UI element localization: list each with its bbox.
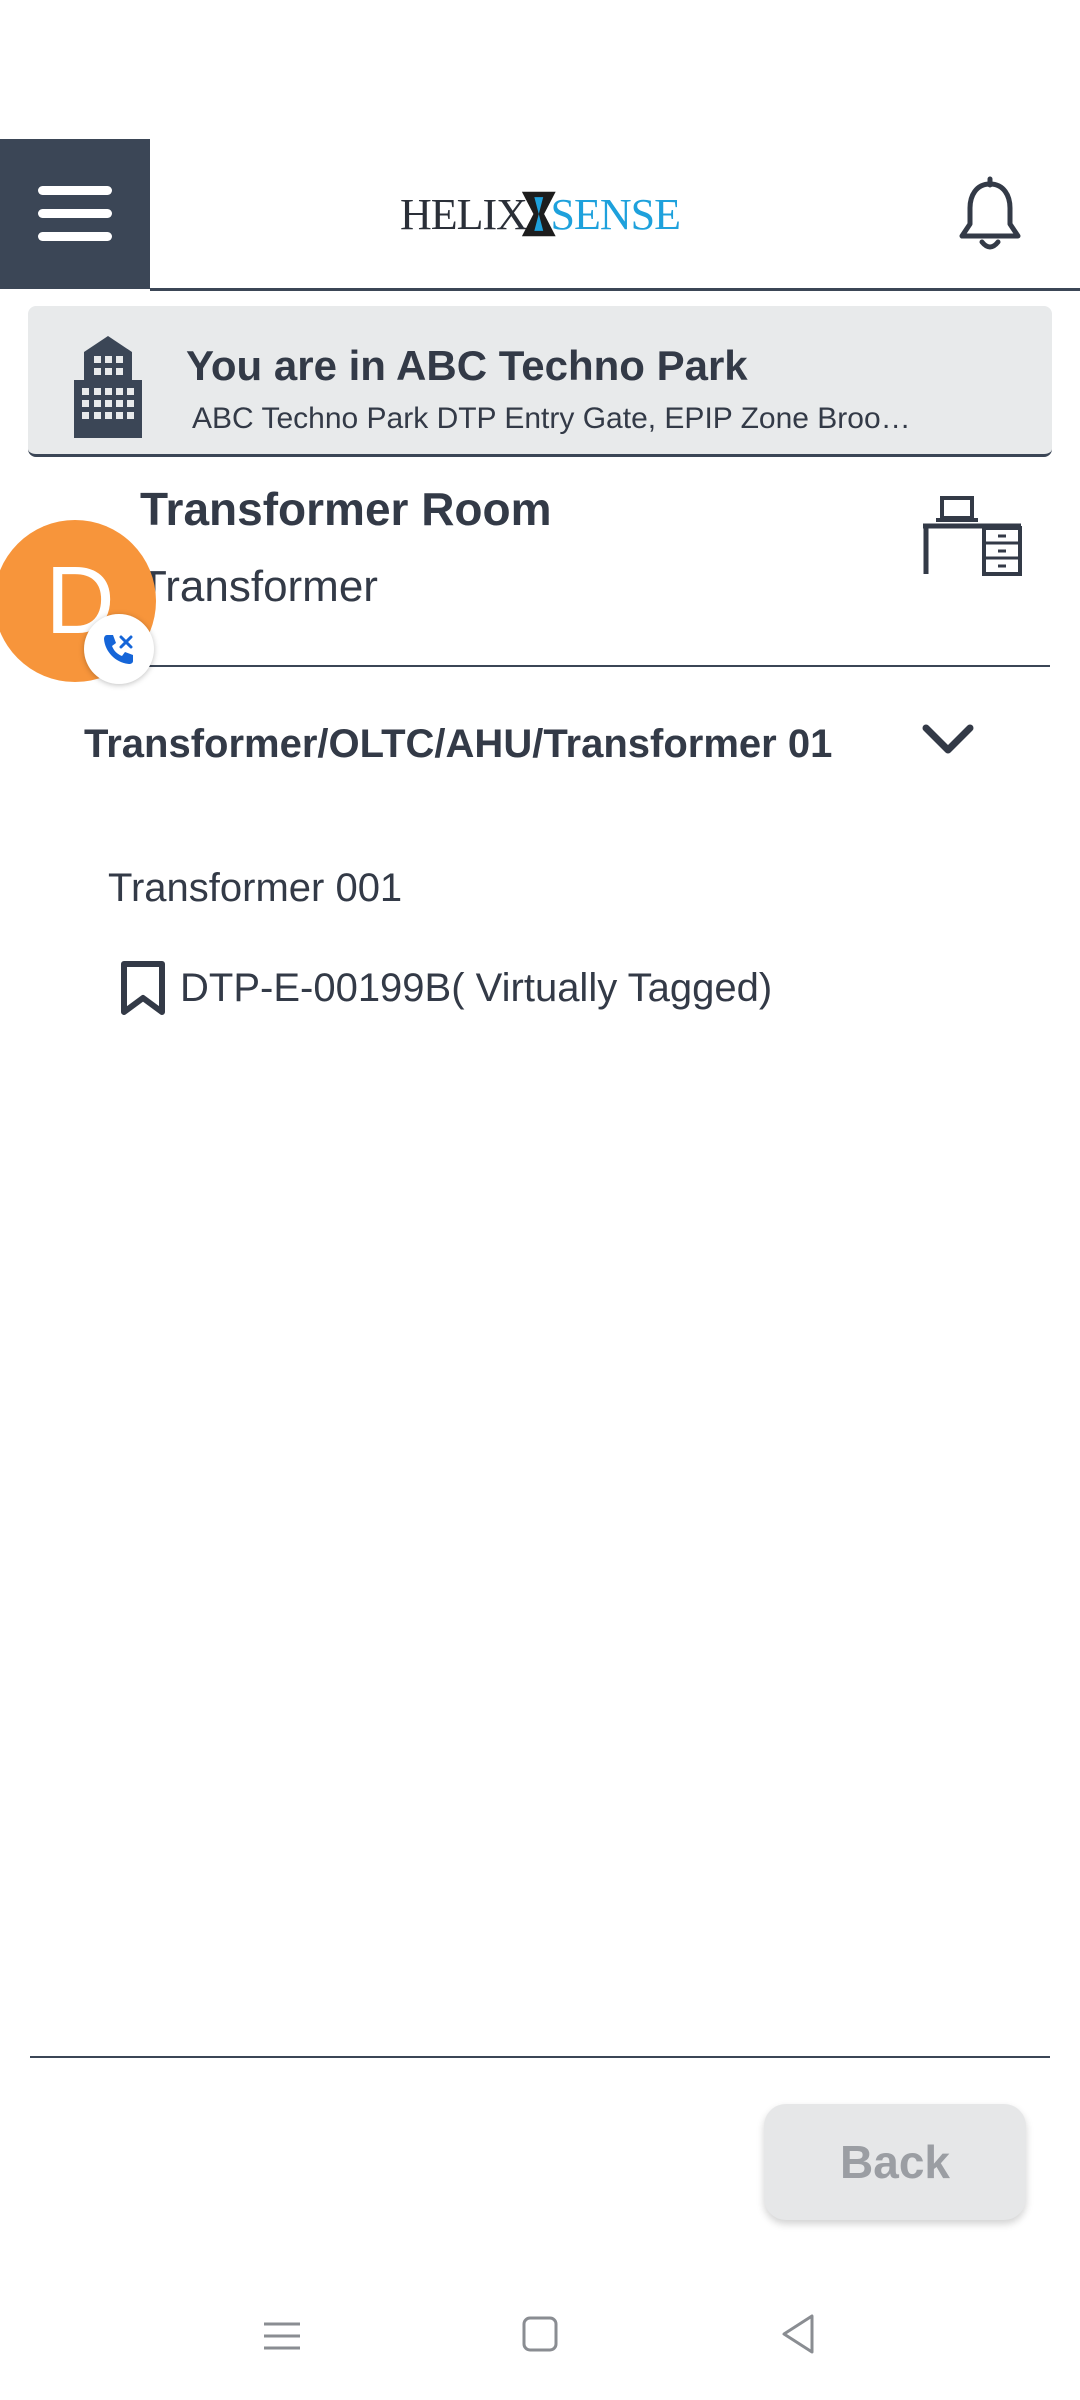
building-icon <box>70 332 146 442</box>
menu-button[interactable] <box>0 139 150 289</box>
bookmark-icon <box>120 960 166 1016</box>
logo-text-sense: SENSE <box>550 189 681 239</box>
hamburger-menu-icon <box>38 186 112 241</box>
asset-path: Transformer/OLTC/AHU/Transformer 01 <box>84 722 833 766</box>
room-title: Transformer Room <box>140 483 552 535</box>
location-address: ABC Techno Park DTP Entry Gate, EPIP Zon… <box>192 402 922 435</box>
location-title: You are in ABC Techno Park <box>186 342 748 389</box>
asset-name: Transformer 001 <box>108 866 403 910</box>
phone-call-icon <box>104 635 133 664</box>
room-divider <box>30 665 1050 667</box>
notification-button[interactable] <box>950 176 1030 256</box>
room-subtitle: Transformer <box>140 562 378 611</box>
expand-button[interactable] <box>918 718 978 762</box>
asset-tag: DTP-E-00199B( Virtually Tagged) <box>180 966 773 1010</box>
back-button[interactable]: Back <box>764 2104 1026 2220</box>
header-divider <box>150 288 1080 291</box>
chevron-down-icon <box>922 724 974 754</box>
system-back-icon[interactable] <box>778 2312 818 2356</box>
footer-divider <box>30 2056 1050 2058</box>
logo-text-helix: HELIX <box>400 189 528 239</box>
desk-icon[interactable] <box>920 496 1024 576</box>
system-home-icon[interactable] <box>520 2314 560 2354</box>
system-recents-icon[interactable] <box>262 2316 302 2356</box>
bell-icon <box>959 176 1021 250</box>
call-badge[interactable] <box>84 614 154 684</box>
helixsense-logo: HELIX SENSE <box>400 162 681 266</box>
